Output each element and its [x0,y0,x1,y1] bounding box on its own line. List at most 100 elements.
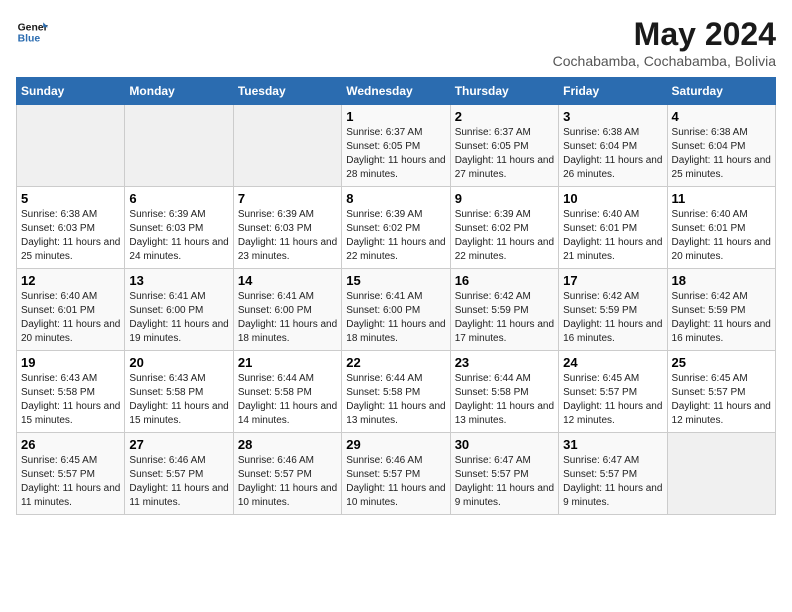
header-friday: Friday [559,78,667,105]
day-number: 27 [129,437,228,452]
day-number: 21 [238,355,337,370]
day-info: Sunrise: 6:41 AMSunset: 6:00 PMDaylight:… [346,290,445,346]
day-number: 6 [129,191,228,206]
day-number: 15 [346,273,445,288]
calendar-cell: 31Sunrise: 6:47 AMSunset: 5:57 PMDayligh… [559,433,667,515]
calendar-cell: 17 Sunrise: 6:42 AMSunset: 5:59 PMDayligh… [559,269,667,351]
calendar-cell: 8Sunrise: 6:39 AMSunset: 6:02 PMDaylight… [342,187,450,269]
day-number: 29 [346,437,445,452]
calendar-body: 1 Sunrise: 6:37 AMSunset: 6:05 PMDaylight… [17,105,776,515]
day-info: Sunrise: 6:40 AMSunset: 6:01 PMDaylight:… [672,208,771,264]
day-number: 2 [455,109,554,124]
calendar-cell: 16Sunrise: 6:42 AMSunset: 5:59 PMDayligh… [450,269,558,351]
calendar-cell: 11 Sunrise: 6:40 AMSunset: 6:01 PMDayligh… [667,187,775,269]
day-info: Sunrise: 6:37 AMSunset: 6:05 PMDaylight:… [346,126,445,182]
day-number: 11 [672,191,771,206]
calendar-cell: 20Sunrise: 6:43 AMSunset: 5:58 PMDayligh… [125,351,233,433]
calendar-cell: 24Sunrise: 6:45 AMSunset: 5:57 PMDayligh… [559,351,667,433]
day-number: 9 [455,191,554,206]
calendar-cell: 3 Sunrise: 6:38 AMSunset: 6:04 PMDaylight… [559,105,667,187]
day-number: 26 [21,437,120,452]
calendar-cell [233,105,341,187]
day-number: 24 [563,355,662,370]
day-info: Sunrise: 6:41 AMSunset: 6:00 PMDaylight:… [238,290,337,346]
day-number: 4 [672,109,771,124]
day-number: 7 [238,191,337,206]
day-number: 18 [672,273,771,288]
day-info: Sunrise: 6:40 AMSunset: 6:01 PMDaylight:… [21,290,120,346]
calendar-cell: 10 Sunrise: 6:40 AMSunset: 6:01 PMDayligh… [559,187,667,269]
day-info: Sunrise: 6:45 AMSunset: 5:57 PMDaylight:… [672,372,771,428]
calendar-table: SundayMondayTuesdayWednesdayThursdayFrid… [16,77,776,515]
day-info: Sunrise: 6:45 AMSunset: 5:57 PMDaylight:… [21,454,120,510]
day-number: 13 [129,273,228,288]
day-info: Sunrise: 6:42 AMSunset: 5:59 PMDaylight:… [563,290,662,346]
day-info: Sunrise: 6:38 AMSunset: 6:04 PMDaylight:… [672,126,771,182]
logo-icon: General Blue [16,16,48,48]
day-info: Sunrise: 6:39 AMSunset: 6:02 PMDaylight:… [346,208,445,264]
day-info: Sunrise: 6:44 AMSunset: 5:58 PMDaylight:… [238,372,337,428]
calendar-cell: 25Sunrise: 6:45 AMSunset: 5:57 PMDayligh… [667,351,775,433]
day-number: 5 [21,191,120,206]
day-number: 14 [238,273,337,288]
day-info: Sunrise: 6:47 AMSunset: 5:57 PMDaylight:… [455,454,554,510]
calendar-cell: 6 Sunrise: 6:39 AMSunset: 6:03 PMDaylight… [125,187,233,269]
day-number: 17 [563,273,662,288]
day-info: Sunrise: 6:43 AMSunset: 5:58 PMDaylight:… [129,372,228,428]
day-number: 3 [563,109,662,124]
header-saturday: Saturday [667,78,775,105]
day-info: Sunrise: 6:39 AMSunset: 6:03 PMDaylight:… [238,208,337,264]
day-info: Sunrise: 6:39 AMSunset: 6:02 PMDaylight:… [455,208,554,264]
calendar-cell: 2 Sunrise: 6:37 AMSunset: 6:05 PMDaylight… [450,105,558,187]
calendar-cell: 1 Sunrise: 6:37 AMSunset: 6:05 PMDaylight… [342,105,450,187]
day-number: 12 [21,273,120,288]
header-wednesday: Wednesday [342,78,450,105]
day-number: 16 [455,273,554,288]
day-info: Sunrise: 6:37 AMSunset: 6:05 PMDaylight:… [455,126,554,182]
calendar-cell: 4 Sunrise: 6:38 AMSunset: 6:04 PMDaylight… [667,105,775,187]
calendar-cell: 21 Sunrise: 6:44 AMSunset: 5:58 PMDayligh… [233,351,341,433]
calendar-cell: 19 Sunrise: 6:43 AMSunset: 5:58 PMDayligh… [17,351,125,433]
day-number: 28 [238,437,337,452]
day-number: 30 [455,437,554,452]
calendar-week-3: 12 Sunrise: 6:40 AMSunset: 6:01 PMDayligh… [17,269,776,351]
calendar-week-1: 1 Sunrise: 6:37 AMSunset: 6:05 PMDaylight… [17,105,776,187]
svg-text:Blue: Blue [18,34,41,45]
calendar-cell: 18Sunrise: 6:42 AMSunset: 5:59 PMDayligh… [667,269,775,351]
day-number: 10 [563,191,662,206]
day-info: Sunrise: 6:39 AMSunset: 6:03 PMDaylight:… [129,208,228,264]
calendar-week-4: 19 Sunrise: 6:43 AMSunset: 5:58 PMDayligh… [17,351,776,433]
calendar-cell: 7 Sunrise: 6:39 AMSunset: 6:03 PMDaylight… [233,187,341,269]
header-tuesday: Tuesday [233,78,341,105]
calendar-cell: 13 Sunrise: 6:41 AMSunset: 6:00 PMDayligh… [125,269,233,351]
header-thursday: Thursday [450,78,558,105]
page-header: General Blue May 2024 Cochabamba, Cochab… [16,16,776,69]
calendar-cell: 29 Sunrise: 6:46 AMSunset: 5:57 PMDayligh… [342,433,450,515]
calendar-cell: 22Sunrise: 6:44 AMSunset: 5:58 PMDayligh… [342,351,450,433]
day-number: 1 [346,109,445,124]
calendar-cell: 27Sunrise: 6:46 AMSunset: 5:57 PMDayligh… [125,433,233,515]
day-number: 31 [563,437,662,452]
day-number: 19 [21,355,120,370]
day-info: Sunrise: 6:46 AMSunset: 5:57 PMDaylight:… [346,454,445,510]
calendar-cell [17,105,125,187]
day-info: Sunrise: 6:40 AMSunset: 6:01 PMDaylight:… [563,208,662,264]
day-info: Sunrise: 6:38 AMSunset: 6:04 PMDaylight:… [563,126,662,182]
calendar-cell: 28 Sunrise: 6:46 AMSunset: 5:57 PMDayligh… [233,433,341,515]
header-monday: Monday [125,78,233,105]
day-info: Sunrise: 6:44 AMSunset: 5:58 PMDaylight:… [455,372,554,428]
calendar-header-row: SundayMondayTuesdayWednesdayThursdayFrid… [17,78,776,105]
day-info: Sunrise: 6:46 AMSunset: 5:57 PMDaylight:… [238,454,337,510]
day-info: Sunrise: 6:41 AMSunset: 6:00 PMDaylight:… [129,290,228,346]
title-section: May 2024 Cochabamba, Cochabamba, Bolivia [553,16,776,69]
day-info: Sunrise: 6:38 AMSunset: 6:03 PMDaylight:… [21,208,120,264]
calendar-cell: 26 Sunrise: 6:45 AMSunset: 5:57 PMDayligh… [17,433,125,515]
calendar-cell: 12 Sunrise: 6:40 AMSunset: 6:01 PMDayligh… [17,269,125,351]
calendar-cell: 15 Sunrise: 6:41 AMSunset: 6:00 PMDayligh… [342,269,450,351]
calendar-cell: 5 Sunrise: 6:38 AMSunset: 6:03 PMDaylight… [17,187,125,269]
calendar-cell: 14 Sunrise: 6:41 AMSunset: 6:00 PMDayligh… [233,269,341,351]
calendar-cell: 9 Sunrise: 6:39 AMSunset: 6:02 PMDaylight… [450,187,558,269]
day-info: Sunrise: 6:43 AMSunset: 5:58 PMDaylight:… [21,372,120,428]
calendar-cell [125,105,233,187]
header-sunday: Sunday [17,78,125,105]
